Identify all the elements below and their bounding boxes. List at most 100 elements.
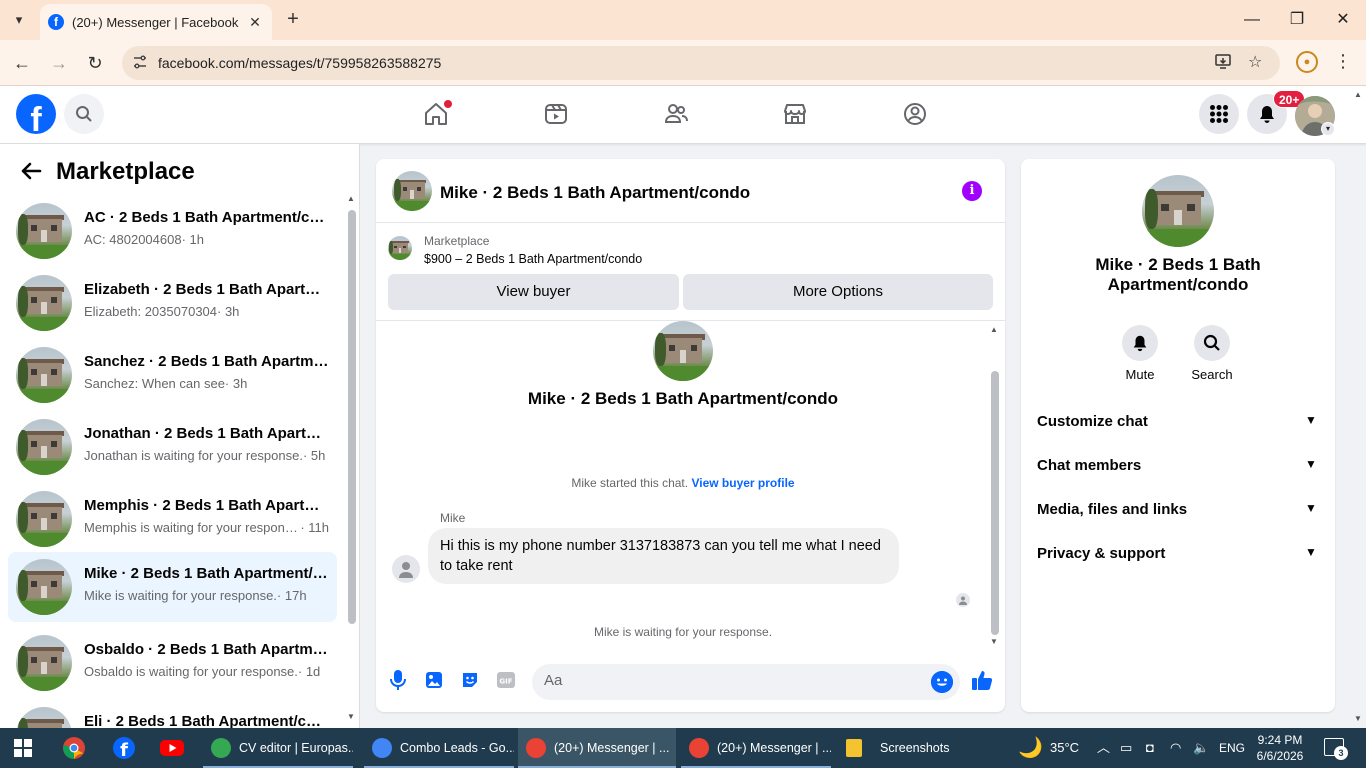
view-buyer-profile-link[interactable]: View buyer profile [691, 476, 794, 490]
taskbar-window-combo-leads[interactable]: Combo Leads - Go... [364, 728, 514, 768]
language-indicator[interactable]: ENG [1219, 728, 1245, 768]
video-nav-icon[interactable] [536, 96, 576, 132]
svg-text:f: f [120, 740, 128, 760]
waiting-notice: Mike is waiting for your response. [593, 625, 773, 639]
listing-thumbnail [16, 347, 72, 403]
tab-close-icon[interactable]: ✕ [246, 14, 264, 31]
section-label: Customize chat [1037, 413, 1148, 430]
chrome-icon[interactable] [60, 734, 88, 762]
info-icon[interactable]: i [962, 181, 982, 201]
conversation-item-active[interactable]: Mike · 2 Beds 1 Bath Apartment/condo Mik… [8, 552, 337, 622]
gaming-nav-icon[interactable] [895, 96, 935, 132]
facebook-logo-icon[interactable]: f [16, 94, 56, 134]
scroll-down-arrow-icon[interactable]: ▼ [990, 637, 998, 646]
scroll-up-arrow-icon[interactable]: ▲ [990, 325, 998, 334]
wifi-icon[interactable]: ◠ [1170, 728, 1181, 768]
tab-list-chevron-icon[interactable]: ▾ [6, 8, 32, 32]
conversation-item[interactable]: Jonathan · 2 Beds 1 Bath Apartment/condo… [8, 412, 337, 482]
volume-icon[interactable]: 🔈 [1193, 728, 1209, 768]
gif-icon[interactable]: GIF [494, 668, 518, 692]
conversation-item[interactable]: Sanchez · 2 Beds 1 Bath Apartment/condo … [8, 340, 337, 410]
scroll-down-arrow-icon[interactable]: ▼ [347, 712, 355, 721]
new-tab-button[interactable]: + [282, 8, 304, 30]
listing-thumbnail [16, 275, 72, 331]
mute-button[interactable]: Mute [1110, 325, 1170, 382]
conversation-item[interactable]: Eli · 2 Beds 1 Bath Apartment/condo [8, 700, 337, 728]
chat-header-name[interactable]: Mike · 2 Beds 1 Bath Apartment/condo [440, 183, 750, 203]
taskbar-window-cv-editor[interactable]: CV editor | Europas... [203, 728, 353, 768]
browser-toolbar: ← → ↻ facebook.com/messages/t/7599582635… [0, 40, 1366, 86]
reload-button[interactable]: ↻ [83, 51, 107, 75]
conversation-name: Eli · 2 Beds 1 Bath Apartment/condo [84, 713, 329, 728]
conversation-preview: Memphis is waiting for your response. · … [84, 520, 329, 535]
forward-button[interactable]: → [47, 51, 71, 75]
taskbar-window-messenger-active[interactable]: (20+) Messenger | ... [518, 728, 676, 768]
emoji-icon[interactable] [931, 671, 953, 693]
search-conversation-button[interactable]: Search [1182, 325, 1242, 382]
chat-scrollbar-thumb[interactable] [991, 371, 999, 635]
listing-thumbnail [16, 635, 72, 691]
url-text: facebook.com/messages/t/759958263588275 [158, 55, 442, 71]
page-scroll-down-arrow-icon[interactable]: ▼ [1354, 714, 1362, 723]
sticker-icon[interactable] [458, 668, 482, 692]
marketplace-nav-icon[interactable] [775, 96, 815, 132]
menu-grid-button[interactable] [1199, 94, 1239, 134]
scroll-up-arrow-icon[interactable]: ▲ [347, 194, 355, 203]
details-avatar [1142, 175, 1214, 247]
sidebar-scrollbar-thumb[interactable] [348, 210, 356, 624]
minimize-button[interactable]: — [1240, 8, 1264, 32]
browser-menu-icon[interactable]: ⋮ [1334, 51, 1352, 72]
chevron-down-icon: ▼ [1305, 413, 1317, 427]
conversation-item[interactable]: Memphis · 2 Beds 1 Bath Apartment/condo … [8, 484, 337, 554]
temperature[interactable]: 35°C [1050, 728, 1079, 768]
page-scroll-up-arrow-icon[interactable]: ▲ [1354, 90, 1362, 99]
microphone-icon[interactable] [386, 668, 410, 692]
thumbs-up-icon[interactable] [970, 668, 994, 692]
chevron-down-icon: ▼ [1305, 457, 1317, 471]
camera-icon[interactable]: ◘ [1146, 728, 1154, 768]
weather-moon-icon[interactable]: 🌙 [1018, 728, 1043, 768]
bell-icon [1260, 106, 1274, 123]
close-window-button[interactable]: ✕ [1331, 8, 1355, 32]
conversation-item[interactable]: Elizabeth · 2 Beds 1 Bath Apartment/cond… [8, 268, 337, 338]
back-button[interactable]: ← [10, 51, 34, 75]
account-chevron-icon[interactable]: ▾ [1321, 122, 1335, 136]
conversation-details-panel: Mike · 2 Beds 1 Bath Apartment/condo Mut… [1021, 159, 1335, 712]
more-options-button[interactable]: More Options [683, 274, 993, 310]
privacy-support-section[interactable]: Privacy & support ▼ [1029, 533, 1327, 573]
chrome-profile-icon [689, 738, 709, 758]
battery-icon[interactable]: ▭ [1120, 728, 1132, 768]
browser-tab-messenger[interactable]: f (20+) Messenger | Facebook ✕ [40, 4, 272, 40]
bookmark-star-icon[interactable]: ☆ [1248, 52, 1262, 72]
friends-nav-icon[interactable] [656, 96, 696, 132]
tray-chevron-up-icon[interactable]: ︿ [1097, 728, 1110, 768]
chat-members-section[interactable]: Chat members ▼ [1029, 445, 1327, 485]
conversation-item[interactable]: Osbaldo · 2 Beds 1 Bath Apartment/condo … [8, 628, 337, 698]
chat-header-avatar[interactable] [392, 171, 432, 211]
listing-title[interactable]: $900 – 2 Beds 1 Bath Apartment/condo [424, 252, 642, 266]
install-app-icon[interactable] [1214, 52, 1232, 75]
view-buyer-button[interactable]: View buyer [388, 274, 679, 310]
youtube-icon[interactable] [158, 734, 186, 762]
facebook-taskbar-icon[interactable]: f [110, 734, 138, 762]
system-clock[interactable]: 9:24 PM 6/6/2026 [1250, 732, 1310, 764]
conversation-preview: Mike is waiting for your response. · 17h [84, 588, 307, 603]
profile-icon[interactable]: ● [1296, 51, 1318, 73]
message-input[interactable] [544, 672, 914, 689]
listing-thumbnail [16, 559, 72, 615]
address-bar[interactable]: facebook.com/messages/t/759958263588275 … [122, 46, 1280, 80]
windows-start-icon[interactable] [14, 739, 32, 757]
search-button[interactable] [64, 94, 104, 134]
site-info-icon[interactable] [132, 54, 148, 73]
photo-icon[interactable] [422, 668, 446, 692]
conversation-item[interactable]: AC · 2 Beds 1 Bath Apartment/condo AC: 4… [8, 196, 337, 266]
taskbar-window-messenger[interactable]: (20+) Messenger | ... [681, 728, 831, 768]
search-label: Search [1191, 367, 1233, 382]
conversation-name: Mike · 2 Beds 1 Bath Apartment/condo [84, 565, 329, 582]
back-arrow-icon[interactable] [20, 160, 42, 189]
taskbar-window-screenshots[interactable]: Screenshots [838, 728, 998, 768]
maximize-button[interactable]: ❐ [1285, 8, 1309, 32]
media-files-links-section[interactable]: Media, files and links ▼ [1029, 489, 1327, 529]
section-label: Privacy & support [1037, 545, 1166, 562]
customize-chat-section[interactable]: Customize chat ▼ [1029, 401, 1327, 441]
